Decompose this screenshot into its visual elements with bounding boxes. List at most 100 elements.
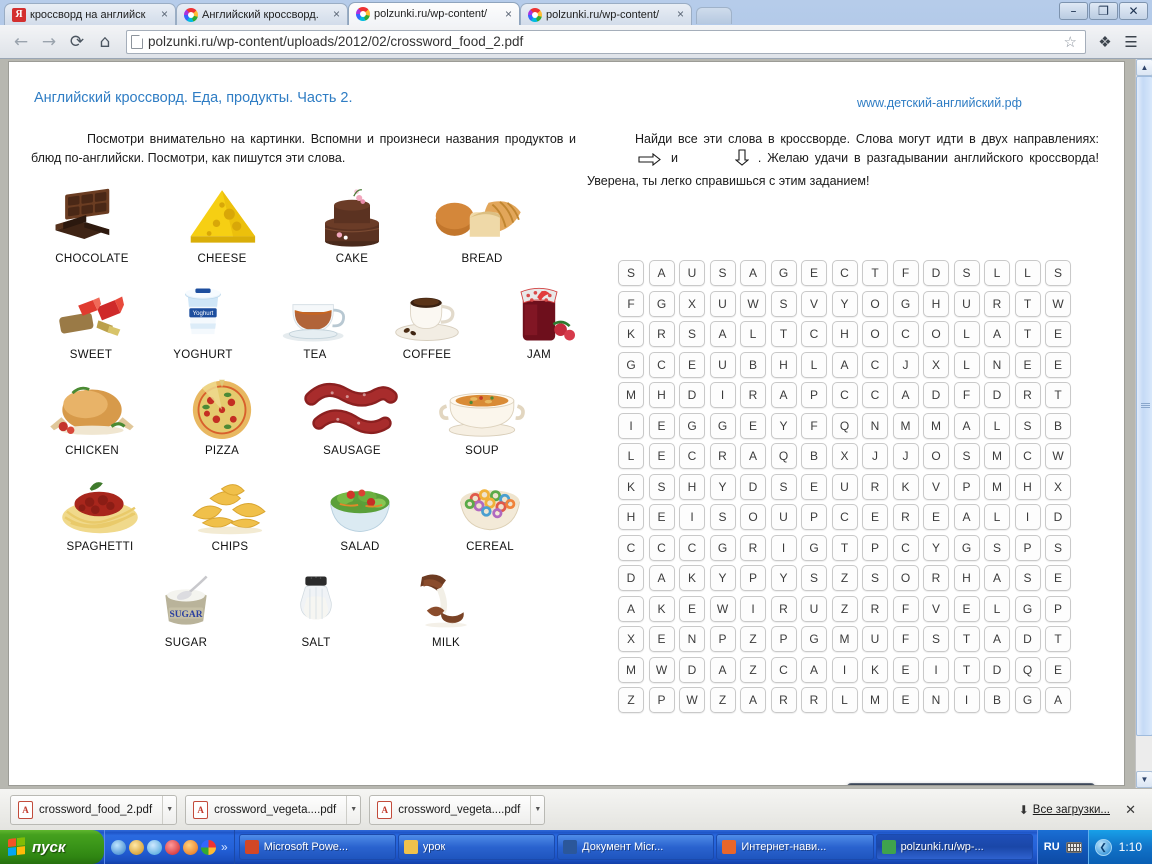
forward-icon[interactable]: → (36, 29, 62, 55)
wordsearch-cell: R (740, 534, 766, 561)
tab-close-button[interactable]: × (502, 8, 515, 21)
chrome-menu-icon[interactable]: ☰ (1118, 29, 1144, 55)
wordsearch-cell: I (709, 382, 736, 408)
cake-image (296, 172, 408, 250)
opera-icon[interactable] (165, 839, 180, 855)
wordsearch-cell: Q (770, 443, 797, 469)
wordsearch-cell: W (648, 656, 675, 683)
taskbar-button-label: Microsoft Powe... (263, 841, 349, 853)
new-tab-button[interactable] (696, 7, 732, 24)
browser-tab-2[interactable]: Английский кроссворд. × (176, 3, 348, 25)
wordsearch-cell: C (831, 260, 858, 286)
food-item-label: SUGAR (164, 637, 208, 649)
show-all-downloads[interactable]: ⬇ Все загрузки... (1019, 803, 1110, 817)
start-button[interactable]: пуск (0, 830, 104, 864)
wordsearch-cell: U (709, 290, 736, 317)
browser-tab-4[interactable]: polzunki.ru/wp-content/ × (520, 3, 692, 25)
food-item-label: SWEET (69, 349, 113, 361)
wordsearch-cell: L (984, 260, 1010, 286)
email-icon[interactable] (129, 839, 144, 855)
wordsearch-cell: L (984, 595, 1010, 622)
tray-expand-icon[interactable]: ❮ (1094, 838, 1112, 856)
food-item-label: CHOCOLATE (55, 253, 129, 265)
browser-tab-3[interactable]: polzunki.ru/wp-content/ × (348, 2, 520, 25)
wordsearch-cell: S (679, 321, 705, 347)
language-indicator[interactable]: RU (1044, 841, 1060, 853)
page-viewport: Английский кроссворд. Еда, продукты. Час… (0, 59, 1152, 788)
wordsearch-cell: E (648, 443, 675, 469)
download-item-menu-icon[interactable]: ▼ (346, 795, 360, 824)
download-item-menu-icon[interactable]: ▼ (162, 795, 176, 824)
ie-icon[interactable] (111, 839, 126, 855)
download-item[interactable]: crossword_vegeta....pdf ▼ (185, 794, 362, 825)
taskbar-button[interactable]: Интернет-нави... (716, 834, 874, 860)
coffee-image (371, 268, 483, 346)
bookmark-star-icon[interactable]: ☆ (1060, 33, 1081, 51)
url-input[interactable]: polzunki.ru/wp-content/uploads/2012/02/c… (148, 34, 1060, 49)
close-window-button[interactable]: ✕ (1119, 2, 1148, 20)
keyboard-icon[interactable] (1065, 841, 1082, 853)
close-downloads-bar-button[interactable]: ✕ (1125, 802, 1136, 818)
taskbar-button[interactable]: polzunki.ru/wp-... (875, 834, 1033, 860)
download-item[interactable]: crossword_vegeta....pdf ▼ (369, 794, 546, 825)
tab-title: кроссворд на английск (30, 8, 146, 21)
maximize-button[interactable]: ❐ (1089, 2, 1118, 20)
wordsearch-cell: X (923, 351, 949, 378)
scroll-down-arrow-icon[interactable]: ▼ (1136, 771, 1152, 788)
taskbar-button[interactable]: урок (397, 834, 556, 860)
food-row: CHICKEN PIZZA SAUSAGE SOUP (27, 364, 572, 457)
address-bar[interactable]: polzunki.ru/wp-content/uploads/2012/02/c… (126, 29, 1086, 54)
wordsearch-cell: Y (831, 290, 858, 317)
wordsearch-cell: L (984, 412, 1010, 439)
firefox-icon[interactable] (183, 839, 198, 855)
wordsearch-cell: F (801, 412, 827, 439)
wordsearch-cell: F (618, 290, 644, 317)
food-row: CHOCOLATE CHEESE CAKE BREAD (27, 172, 572, 265)
minimize-button[interactable]: – (1059, 2, 1088, 20)
show-all-downloads-label[interactable]: Все загрузки... (1033, 804, 1110, 816)
extension-icon[interactable]: ❖ (1092, 29, 1118, 55)
tab-close-button[interactable]: × (158, 8, 171, 21)
wordsearch-cell: D (618, 565, 644, 591)
site-link[interactable]: www.детский-английский.рф (857, 96, 1022, 110)
wordsearch-cell: G (679, 412, 705, 439)
browser-tab-1[interactable]: Якроссворд на английск × (4, 3, 176, 25)
milk-image (390, 556, 502, 634)
reload-icon[interactable]: ⟳ (64, 29, 90, 55)
tab-close-button[interactable]: × (674, 8, 687, 21)
taskbar-button[interactable]: Microsoft Powe... (238, 834, 396, 860)
taskbar-button[interactable]: Документ Micr... (557, 834, 715, 860)
wordsearch-cell: D (984, 656, 1010, 683)
food-item: BREAD (417, 172, 547, 265)
food-item: JAM (483, 268, 595, 361)
wordsearch-cell: C (831, 382, 858, 408)
scrollbar-thumb[interactable] (1136, 76, 1152, 736)
quick-launch-bar: » (104, 830, 235, 864)
back-icon[interactable]: ← (8, 29, 34, 55)
wordsearch-cell: I (831, 656, 858, 683)
pdf-file-icon (18, 800, 33, 819)
food-item: SALT (251, 556, 381, 649)
wordsearch-cell: G (618, 351, 644, 378)
browser-window: Якроссворд на английск × Английский кроссв… (0, 0, 1152, 830)
food-item-label: CHICKEN (65, 445, 119, 457)
wordsearch-cell: S (953, 260, 980, 286)
wordsearch-cell: O (740, 504, 766, 530)
wordsearch-cell: E (1014, 351, 1041, 378)
wordsearch-cell: D (984, 382, 1010, 408)
quick-launch-overflow-icon[interactable]: » (219, 840, 228, 854)
home-icon[interactable]: ⌂ (92, 29, 118, 55)
download-item[interactable]: crossword_food_2.pdf ▼ (10, 794, 178, 825)
wordsearch-cell: S (618, 260, 644, 286)
wordsearch-cell: R (770, 687, 797, 713)
scroll-up-arrow-icon[interactable]: ▲ (1136, 59, 1152, 76)
wordsearch-cell: R (892, 504, 919, 530)
taskbar-clock[interactable]: 1:10 (1119, 840, 1142, 854)
taskbar-button-icon (244, 840, 259, 854)
chrome-quicklaunch-icon[interactable] (201, 839, 216, 855)
tab-close-button[interactable]: × (330, 8, 343, 21)
messenger-icon[interactable] (147, 839, 162, 855)
vertical-scrollbar[interactable]: ▲ ▼ (1135, 59, 1152, 788)
wordsearch-cell: P (801, 382, 827, 408)
download-item-menu-icon[interactable]: ▼ (530, 795, 544, 824)
